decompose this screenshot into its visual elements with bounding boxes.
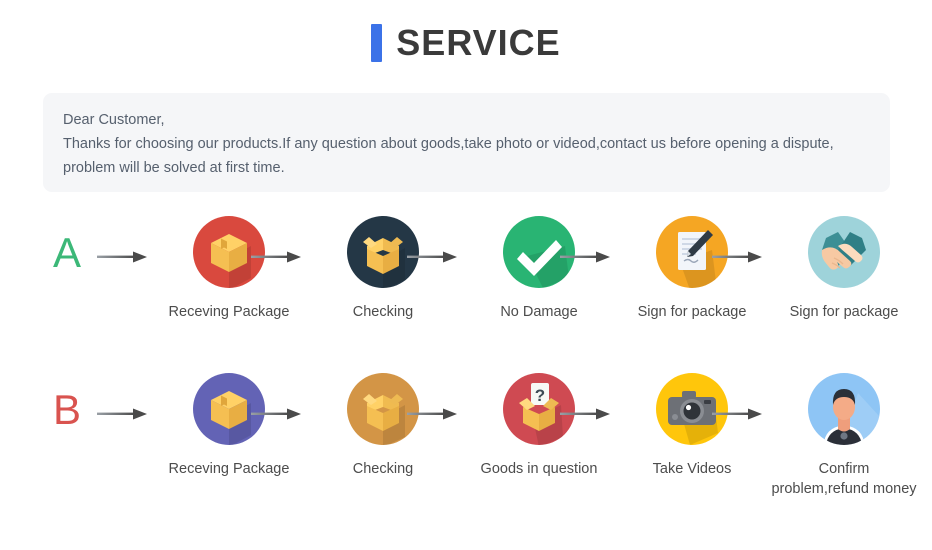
right-arrow-icon bbox=[560, 250, 610, 264]
flow-step-label: Receving Package bbox=[168, 461, 290, 477]
flow-label-b: B bbox=[52, 386, 81, 433]
flow-step: Sign for package bbox=[769, 210, 919, 322]
right-arrow-icon bbox=[560, 407, 610, 421]
flow-step-label: Checking bbox=[352, 304, 414, 320]
flow-step: No Damage bbox=[464, 210, 614, 322]
right-arrow-icon bbox=[97, 250, 147, 264]
flow-step: Confirm problem,refund money bbox=[769, 367, 919, 499]
notice-line-1: Dear Customer, bbox=[63, 112, 165, 128]
flow-step: Checking bbox=[308, 367, 458, 479]
flow-label-a: A bbox=[52, 229, 81, 276]
right-arrow-icon bbox=[712, 250, 762, 264]
flow-step-label: Confirm problem,refund money bbox=[771, 461, 917, 497]
flow-step: ? Goods in question bbox=[464, 367, 614, 479]
notice-line-2: Thanks for choosing our products.If any … bbox=[63, 136, 834, 152]
service-page: SERVICE Dear Customer, Thanks for choosi… bbox=[0, 0, 932, 550]
svg-text:?: ? bbox=[535, 386, 545, 405]
right-arrow-icon bbox=[712, 407, 762, 421]
notice-line-3: problem will be solved at first time. bbox=[63, 160, 285, 176]
flow-step-label: Sign for package bbox=[637, 304, 747, 320]
flow-step-label: Take Videos bbox=[652, 461, 732, 477]
right-arrow-icon bbox=[251, 250, 301, 264]
page-title: SERVICE bbox=[0, 24, 932, 62]
flow-step-label: No Damage bbox=[500, 304, 578, 320]
flow-step: Checking bbox=[308, 210, 458, 322]
page-title-text: SERVICE bbox=[396, 22, 561, 63]
right-arrow-icon bbox=[97, 407, 147, 421]
flow-step-label: Checking bbox=[352, 461, 414, 477]
flow-step-label: Receving Package bbox=[168, 304, 290, 320]
flow-step: Sign for package bbox=[617, 210, 767, 322]
right-arrow-icon bbox=[407, 250, 457, 264]
customer-notice-box: Dear Customer, Thanks for choosing our p… bbox=[43, 93, 890, 192]
flow-step: Receving Package bbox=[154, 367, 304, 479]
right-arrow-icon bbox=[407, 407, 457, 421]
flow-step-label: Sign for package bbox=[789, 304, 899, 320]
handshake-icon bbox=[808, 216, 880, 288]
flow-step: Take Videos bbox=[617, 367, 767, 479]
flow-step-label: Goods in question bbox=[480, 461, 598, 477]
flow-step: Receving Package bbox=[154, 210, 304, 322]
title-accent-bar bbox=[371, 24, 383, 62]
right-arrow-icon bbox=[251, 407, 301, 421]
flow-row-b: B Receving Package Checking ? Goods in q… bbox=[0, 367, 932, 502]
person-avatar-icon bbox=[808, 373, 880, 445]
flow-row-a: A Receving Package Checking No Damage Si… bbox=[0, 210, 932, 345]
